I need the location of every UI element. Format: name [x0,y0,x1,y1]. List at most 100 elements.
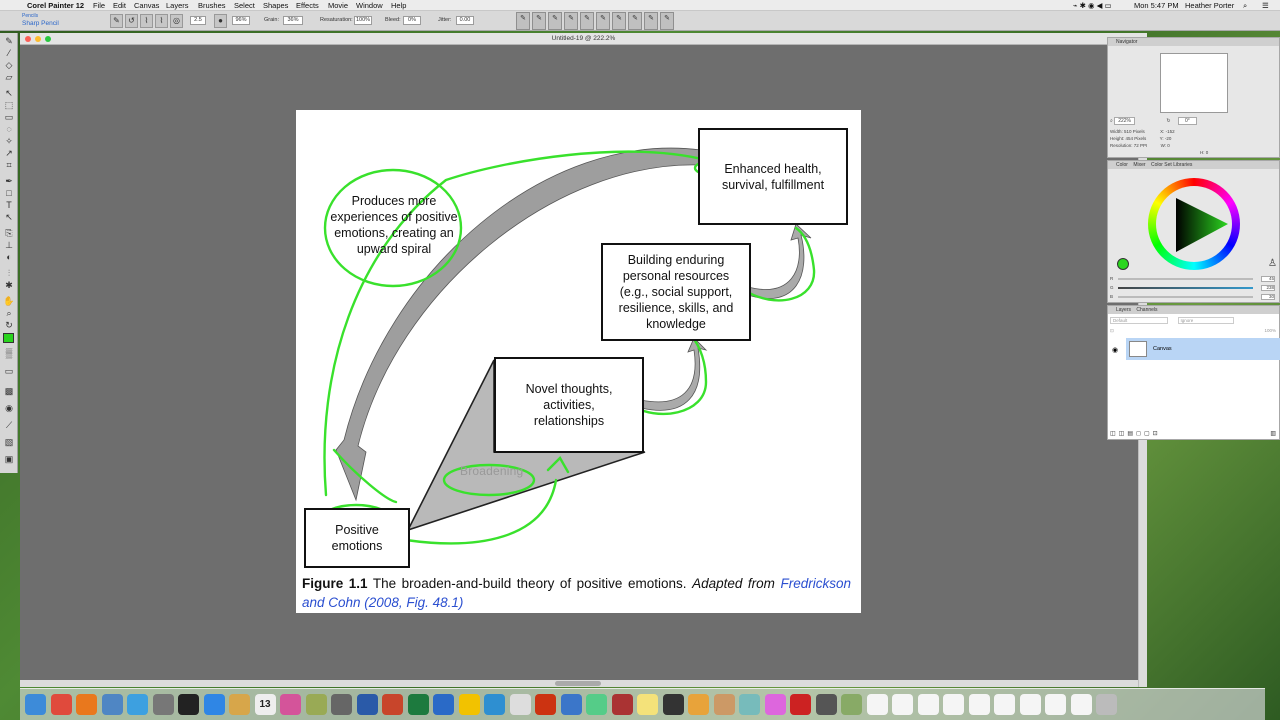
grain-field[interactable]: 36% [283,16,303,25]
resaturation-field[interactable]: 100% [354,16,372,25]
nozzle-selector-icon[interactable]: ▣ [2,454,16,465]
recent-brush-icon-8[interactable]: ✎ [628,12,642,30]
stroke-icon-1[interactable]: ⌇ [140,14,153,28]
doc-icon[interactable] [866,694,888,715]
foreground-color-swatch[interactable] [1117,258,1129,270]
brush-tool-icon[interactable]: ✎ [2,36,16,47]
menu-effects[interactable]: Effects [296,0,319,11]
clock[interactable]: Mon 5:47 PM [1134,0,1179,11]
toggle-icon[interactable]: ▭ [2,366,16,377]
recent-brush-icon-2[interactable]: ✎ [532,12,546,30]
zoom-button[interactable] [45,36,51,42]
launchpad-icon[interactable] [152,694,174,715]
stickies-icon[interactable] [637,694,658,715]
weaving-selector-icon[interactable]: ⟋ [2,420,16,431]
misc-icon[interactable] [305,694,327,715]
lasso-icon[interactable]: ◌ [2,124,16,135]
terminal-icon[interactable] [178,694,199,715]
layer-adjuster-icon[interactable]: ↖ [2,88,16,99]
user-name[interactable]: Heather Porter [1185,0,1234,11]
recent-brush-icon-6[interactable]: ✎ [596,12,610,30]
dropper-tool-icon[interactable]: ⁄ [2,48,16,59]
horizontal-scrollbar[interactable] [20,680,1138,687]
tab-channels[interactable]: Channels [1136,307,1157,313]
angle-field[interactable]: 0° [1177,117,1197,125]
doc4-icon[interactable] [943,694,964,715]
rectangle-shape-icon[interactable]: □ [2,188,16,199]
rotate-page-icon[interactable]: ↻ [2,320,16,331]
kaleidoscope-icon[interactable]: ✱ [2,280,16,291]
main-color-swatch[interactable] [3,333,14,343]
finder-icon[interactable] [25,694,46,715]
shape-selection-icon[interactable]: ↖ [2,212,16,223]
textedit-icon[interactable] [509,694,531,715]
navigator-tab[interactable]: Navigator [1108,38,1279,46]
dropper-icon[interactable]: ♙ [1268,258,1277,269]
tab-layers[interactable]: Layers [1116,307,1131,313]
recent-brush-icon-7[interactable]: ✎ [612,12,626,30]
red-slider[interactable]: R 45 [1110,275,1278,283]
recent-brush-icon-10[interactable]: ✎ [660,12,674,30]
layer-canvas[interactable]: Canvas [1126,338,1280,360]
clone-tool-icon[interactable]: ⎘ [2,228,16,239]
magnifier-icon[interactable]: ⌕ [2,308,16,319]
jitter-field[interactable]: 0.00 [456,16,474,25]
gradient-selector-icon[interactable]: ◉ [2,403,16,414]
opacity-field[interactable]: 96% [232,16,250,25]
pen-tool-icon[interactable]: ✒ [2,176,16,187]
visibility-eye-icon[interactable]: ◉ [1112,346,1118,354]
menu-edit[interactable]: Edit [113,0,126,11]
recent-brush-icon-1[interactable]: ✎ [516,12,530,30]
photobooth-icon[interactable] [611,694,633,715]
blend-select[interactable]: Ignore [1177,317,1235,324]
pages-icon[interactable] [688,694,709,715]
minimize-button[interactable] [35,36,41,42]
settings-icon[interactable] [331,694,352,715]
color-triangle[interactable] [1170,194,1230,254]
word-icon[interactable] [356,694,378,715]
doc3-icon[interactable] [917,694,939,715]
screenshot-icon[interactable] [586,694,607,715]
menu-window[interactable]: Window [356,0,383,11]
scroll-thumb[interactable] [555,681,601,686]
appstore-icon[interactable] [203,694,225,715]
magic-wand-icon[interactable]: ✧ [2,136,16,147]
brush-selector[interactable]: Pencils Sharp Pencil [22,12,102,30]
zoom-icon[interactable]: ⌕ [1110,118,1113,124]
doc7-icon[interactable] [1019,694,1041,715]
spotlight-icon[interactable]: ⌕ [1243,0,1247,11]
ichat-icon[interactable] [739,694,760,715]
layer-opacity[interactable]: 100% [1264,327,1276,335]
size-dot-icon[interactable]: ◎ [170,14,183,28]
lock-icon[interactable]: ⊡ [1110,328,1114,333]
canvas-paper[interactable]: Produces more experiences of positive em… [296,110,861,613]
pattern-selector-icon[interactable]: ▩ [2,386,16,397]
globe-icon[interactable] [484,694,505,715]
menu-movie[interactable]: Movie [328,0,348,11]
preview-icon[interactable] [101,694,123,715]
outlook-icon[interactable] [433,694,454,715]
trash-layer-icon[interactable]: ▥ [1270,430,1276,437]
keynote-icon[interactable] [560,694,582,715]
safari-icon[interactable] [127,694,148,715]
green-slider[interactable]: G 238 [1110,284,1278,292]
chrome-icon[interactable] [50,694,72,715]
grabber-tool-icon[interactable]: ✋ [2,296,16,307]
crop-tool-icon[interactable]: ⌗ [2,160,16,171]
app-menu[interactable]: Corel Painter 12 [27,0,84,11]
doc5-icon[interactable] [968,694,990,715]
bleed-field[interactable]: 0% [403,16,421,25]
mirror-tool-icon[interactable]: ⫶ [2,268,16,279]
green-value[interactable]: 238 [1261,285,1275,291]
zoom-field[interactable]: 222% [1114,117,1135,125]
acrobat2-icon[interactable] [790,694,811,715]
recent-brush-icon-4[interactable]: ✎ [564,12,578,30]
trash-icon[interactable] [1096,694,1117,715]
text-tool-icon[interactable]: T [2,200,16,211]
dodge-tool-icon[interactable]: ◐ [2,252,16,263]
notes-icon[interactable] [458,694,480,715]
recent-brush-icon-5[interactable]: ✎ [580,12,594,30]
brush-tool-icon[interactable]: ✎ [110,14,123,28]
eraser-tool-icon[interactable]: ▱ [2,72,16,83]
notifications-icon[interactable]: ☰ [1262,0,1269,11]
